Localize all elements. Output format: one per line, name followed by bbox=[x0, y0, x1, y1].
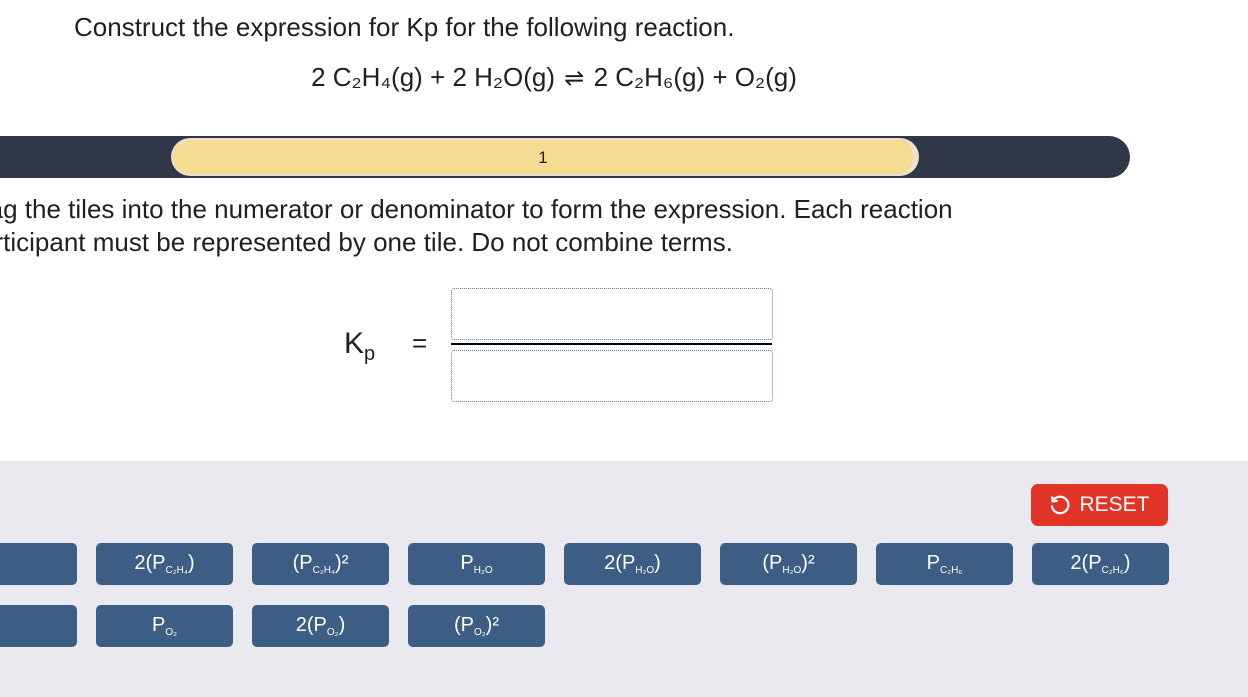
tile-suffix: )² bbox=[485, 614, 499, 636]
reaction-reactants: 2 C₂H₄(g) + 2 H₂O(g) bbox=[311, 62, 555, 92]
fraction-bar bbox=[451, 343, 772, 345]
tile-suffix: ) bbox=[654, 552, 661, 574]
tile-label: 2(PH₂O) bbox=[604, 552, 661, 576]
kp-subscript: p bbox=[364, 343, 376, 365]
tile-pressure-symbol: P bbox=[460, 614, 474, 636]
answer-tile[interactable]: C₂H₆)² bbox=[0, 605, 77, 647]
instructions-line-2: articipant must be represented by one ti… bbox=[0, 227, 733, 257]
reset-label: RESET bbox=[1079, 493, 1150, 516]
tile-species: H₂O bbox=[782, 565, 802, 576]
answer-tile[interactable]: (PC₂H₄)² bbox=[252, 543, 389, 585]
tile-suffix: ) bbox=[187, 552, 195, 574]
tile-label: 2(PO₂) bbox=[296, 614, 345, 638]
reset-icon bbox=[1051, 495, 1070, 515]
progress-bar: 1 bbox=[0, 136, 1130, 178]
tile-prefix: 2( bbox=[295, 614, 314, 636]
tile-species: O₂ bbox=[474, 627, 486, 638]
numerator-dropzone[interactable] bbox=[451, 288, 773, 340]
tile-pressure-symbol: P bbox=[151, 614, 166, 636]
tile-label: PO₂ bbox=[152, 614, 177, 638]
question-text: Construct the expression for Kp for the … bbox=[74, 12, 735, 42]
tile-species: O₂ bbox=[165, 627, 177, 638]
tile-pressure-symbol: P bbox=[1088, 552, 1102, 574]
tile-pressure-symbol: P bbox=[769, 552, 783, 574]
tile-prefix: 2( bbox=[134, 552, 153, 574]
tile-prefix: 2( bbox=[1070, 552, 1089, 574]
tile-suffix: ) bbox=[1123, 552, 1131, 574]
answer-tile[interactable]: (PH₂O)² bbox=[720, 543, 857, 585]
tile-species: H₂O bbox=[635, 565, 655, 576]
tile-suffix: )² bbox=[801, 552, 815, 574]
tile-prefix: 2( bbox=[604, 552, 622, 574]
reaction-equation: 2 C₂H₄(g) + 2 H₂O(g) ⇌ 2 C₂H₆(g) + O₂(g) bbox=[0, 62, 1108, 93]
reaction-products: 2 C₂H₆(g) + O₂(g) bbox=[593, 62, 797, 92]
answer-tile[interactable]: 2(PO₂) bbox=[252, 605, 389, 647]
tile-pressure-symbol: P bbox=[926, 552, 940, 574]
tile-pressure-symbol: P bbox=[460, 552, 474, 574]
tile-species: H₂O bbox=[473, 565, 493, 576]
instructions-line-1: rag the tiles into the numerator or deno… bbox=[0, 194, 953, 224]
tile-pressure-symbol: P bbox=[299, 552, 313, 574]
tile-label: 2(PC₂H₄) bbox=[134, 552, 194, 576]
progress-label: 1 bbox=[538, 148, 548, 167]
tile-suffix: ) bbox=[338, 614, 346, 636]
answer-tile[interactable]: 2(PC₂H₆) bbox=[1032, 543, 1169, 585]
instructions-text: rag the tiles into the numerator or deno… bbox=[0, 193, 1120, 259]
tile-pressure-symbol: P bbox=[152, 552, 166, 574]
tile-label: (PH₂O)² bbox=[762, 552, 814, 576]
tile-prefix: ( bbox=[453, 614, 461, 636]
kp-symbol: K bbox=[344, 327, 365, 360]
kp-label: Kp bbox=[344, 327, 375, 366]
tile-pressure-symbol: P bbox=[313, 614, 327, 636]
equilibrium-arrow: ⇌ bbox=[564, 65, 585, 92]
tile-label: (PC₂H₄)² bbox=[293, 552, 349, 576]
tile-species: C₂H₆ bbox=[1101, 565, 1124, 576]
tile-pressure-symbol: P bbox=[621, 552, 636, 574]
answer-tile[interactable]: (PO₂)² bbox=[408, 605, 545, 647]
answer-tile[interactable]: 2(PH₂O) bbox=[564, 543, 701, 585]
tile-label: PC₂H₆ bbox=[927, 552, 963, 576]
denominator-dropzone[interactable] bbox=[451, 350, 773, 402]
answer-tile[interactable]: 2(PC₂H₄) bbox=[96, 543, 233, 585]
answer-tile[interactable]: PO₂ bbox=[96, 605, 233, 647]
tile-label: (PO₂)² bbox=[454, 614, 499, 638]
tile-suffix: )² bbox=[335, 552, 349, 574]
tile-species: C₂H₆ bbox=[939, 565, 963, 576]
tile-label: 2(PC₂H₆) bbox=[1070, 552, 1130, 576]
tile-species: C₂H₄ bbox=[312, 565, 336, 576]
answer-tile[interactable]: PH₂O bbox=[408, 543, 545, 585]
tile-label: PH₂O bbox=[460, 552, 492, 576]
tile-species: O₂ bbox=[326, 627, 339, 638]
equals-sign: = bbox=[412, 328, 428, 358]
answer-tile[interactable]: C₂H₄ bbox=[0, 543, 77, 585]
progress-fill: 1 bbox=[171, 138, 919, 176]
reset-button[interactable]: RESET bbox=[1031, 484, 1168, 526]
answer-tile[interactable]: PC₂H₆ bbox=[876, 543, 1013, 585]
tile-species: C₂H₄ bbox=[165, 565, 188, 576]
